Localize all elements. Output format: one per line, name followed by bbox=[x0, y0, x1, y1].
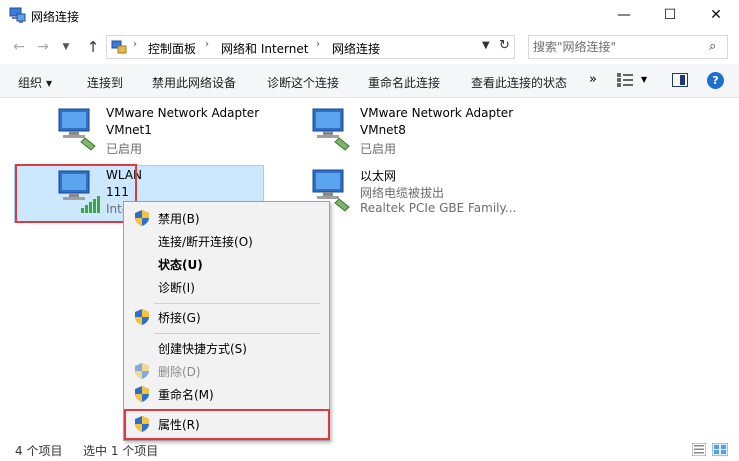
menu-item-rename[interactable]: 重命名(M) bbox=[125, 383, 328, 405]
menu-item-status[interactable]: 状态(U) bbox=[125, 253, 328, 275]
adapter-name: 以太网 bbox=[360, 169, 397, 183]
view-options-chevron-icon[interactable]: ▼ bbox=[641, 75, 647, 84]
breadcrumb-network-internet[interactable]: 网络和 Internet bbox=[221, 40, 308, 57]
minimize-button[interactable]: — bbox=[601, 0, 647, 30]
context-menu: 禁用(B) 连接/断开连接(O) 状态(U) 诊断(I) 桥接(G) 创建快捷方… bbox=[123, 201, 330, 441]
connect-to-button[interactable]: 连接到 bbox=[87, 74, 123, 91]
adapter-device: Realtek PCIe GBE Family... bbox=[360, 201, 517, 215]
item-count: 4 个项目 bbox=[15, 444, 63, 458]
breadcrumb-control-panel[interactable]: 控制面板 bbox=[148, 40, 196, 57]
network-connections-icon bbox=[9, 7, 26, 23]
breadcrumb-separator: › bbox=[316, 39, 320, 50]
more-commands-icon[interactable]: » bbox=[589, 72, 597, 87]
refresh-icon[interactable]: ↻ bbox=[499, 38, 510, 53]
list-item[interactable]: VMware Network Adapter VMnet1 已启用 bbox=[57, 104, 307, 162]
adapter-subname: VMnet1 bbox=[106, 123, 152, 137]
maximize-button[interactable]: ☐ bbox=[647, 0, 693, 30]
address-row: ← → ▼ ↑ › 控制面板 › 网络和 Internet › 网络连接 ▼ ↻… bbox=[0, 30, 739, 64]
breadcrumb-separator: › bbox=[205, 39, 209, 50]
search-input[interactable] bbox=[533, 39, 703, 55]
highlight-box bbox=[15, 164, 137, 223]
adapter-name: VMware Network Adapter bbox=[106, 106, 260, 120]
list-item[interactable]: VMware Network Adapter VMnet8 已启用 bbox=[311, 104, 561, 162]
menu-item-disable[interactable]: 禁用(B) bbox=[125, 207, 328, 229]
selection-count: 选中 1 个项目 bbox=[83, 444, 159, 458]
adapter-status: 已启用 bbox=[360, 142, 397, 156]
organize-menu[interactable]: 组织 ▼ bbox=[18, 74, 52, 91]
large-icons-view-icon[interactable] bbox=[712, 443, 728, 456]
adapter-status: 已启用 bbox=[106, 142, 143, 156]
status-bar: 4 个项目 选中 1 个项目 bbox=[0, 438, 739, 461]
list-item[interactable]: 以太网 网络电缆被拔出 Realtek PCIe GBE Family... bbox=[311, 165, 561, 223]
menu-item-bridge[interactable]: 桥接(G) bbox=[125, 306, 328, 328]
menu-separator bbox=[154, 303, 320, 304]
adapter-status: 网络电缆被拔出 bbox=[360, 186, 445, 200]
disable-device-button[interactable]: 禁用此网络设备 bbox=[152, 74, 236, 91]
forward-arrow-icon[interactable]: → bbox=[34, 38, 52, 56]
uac-shield-icon bbox=[135, 210, 149, 226]
uac-shield-icon bbox=[135, 363, 149, 379]
adapter-subname: VMnet8 bbox=[360, 123, 406, 137]
search-icon[interactable]: ⌕ bbox=[709, 39, 716, 54]
menu-item-diagnose[interactable]: 诊断(I) bbox=[125, 276, 328, 298]
menu-item-create-shortcut[interactable]: 创建快捷方式(S) bbox=[125, 337, 328, 359]
help-icon[interactable]: ? bbox=[707, 72, 724, 89]
menu-separator bbox=[154, 333, 320, 334]
highlight-box bbox=[124, 409, 330, 440]
chevron-down-icon: ▼ bbox=[46, 79, 53, 88]
change-view-icon[interactable] bbox=[617, 73, 633, 87]
recent-locations-chevron-icon[interactable]: ▼ bbox=[57, 38, 75, 56]
details-view-icon[interactable] bbox=[692, 443, 706, 456]
menu-item-connect-disconnect[interactable]: 连接/断开连接(O) bbox=[125, 230, 328, 252]
close-button[interactable]: ✕ bbox=[693, 0, 739, 30]
menu-item-delete: 删除(D) bbox=[125, 360, 328, 382]
title-bar: 网络连接 — ☐ ✕ bbox=[0, 0, 739, 30]
network-adapter-icon bbox=[312, 108, 350, 151]
control-panel-icon bbox=[111, 40, 127, 54]
back-arrow-icon[interactable]: ← bbox=[10, 38, 28, 56]
address-dropdown-chevron-icon[interactable]: ▼ bbox=[482, 40, 490, 51]
address-bar[interactable]: › 控制面板 › 网络和 Internet › 网络连接 ▼ ↻ bbox=[106, 35, 515, 59]
adapter-name: VMware Network Adapter bbox=[360, 106, 514, 120]
diagnose-button[interactable]: 诊断这个连接 bbox=[267, 74, 339, 91]
view-status-button[interactable]: 查看此连接的状态 bbox=[471, 74, 567, 91]
network-adapter-icon bbox=[58, 108, 96, 151]
window-title: 网络连接 bbox=[31, 10, 80, 24]
breadcrumb-separator: › bbox=[133, 39, 137, 50]
command-bar: 组织 ▼ 连接到 禁用此网络设备 诊断这个连接 重命名此连接 查看此连接的状态 »… bbox=[0, 64, 739, 98]
uac-shield-icon bbox=[135, 386, 149, 402]
search-box[interactable]: ⌕ bbox=[528, 35, 728, 59]
preview-pane-icon[interactable] bbox=[672, 73, 688, 87]
up-arrow-icon[interactable]: ↑ bbox=[84, 38, 102, 56]
rename-button[interactable]: 重命名此连接 bbox=[368, 74, 440, 91]
uac-shield-icon bbox=[135, 309, 149, 325]
breadcrumb-network-connections[interactable]: 网络连接 bbox=[332, 40, 380, 57]
connections-list: VMware Network Adapter VMnet1 已启用 VMware… bbox=[0, 98, 739, 438]
